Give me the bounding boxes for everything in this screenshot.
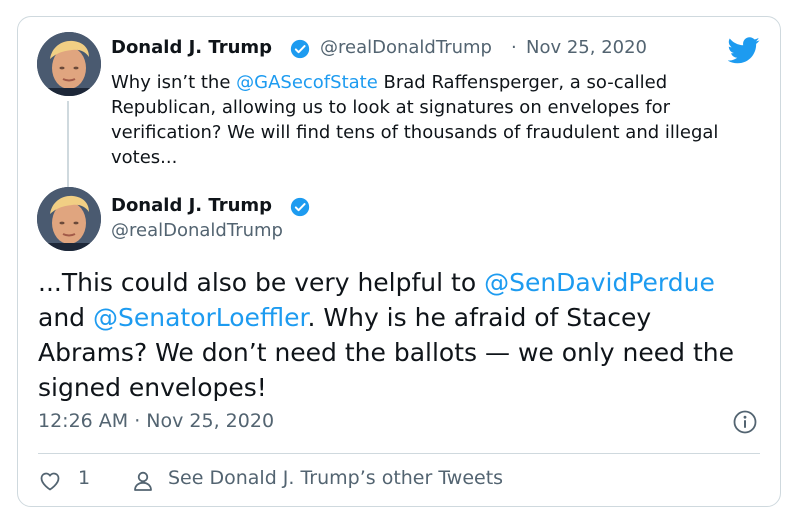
action-divider: [38, 453, 760, 454]
person-icon[interactable]: [131, 469, 155, 493]
author-name[interactable]: Donald J. Trump: [111, 195, 272, 216]
see-other-tweets-link[interactable]: See Donald J. Trump’s other Tweets: [168, 467, 503, 489]
author-handle[interactable]: @realDonaldTrump: [320, 37, 492, 58]
verified-badge-icon: [290, 197, 310, 217]
tweet-text-part: and: [38, 303, 93, 332]
author-handle[interactable]: @realDonaldTrump: [111, 220, 283, 241]
avatar[interactable]: [37, 187, 101, 251]
author-name[interactable]: Donald J. Trump: [111, 37, 272, 58]
tweet-date[interactable]: Nov 25, 2020: [526, 37, 647, 58]
tweet-timestamp[interactable]: 12:26 AM · Nov 25, 2020: [38, 410, 274, 432]
tweet-text: Why isn’t the @GASecofState Brad Raffens…: [111, 70, 771, 170]
tweet-text-part: ...This could also be very helpful to: [38, 268, 485, 297]
avatar-image: [37, 187, 101, 251]
tweet-text-part: Why isn’t the: [111, 72, 237, 93]
twitter-bird-icon[interactable]: [728, 37, 760, 64]
mention-link[interactable]: @SenatorLoeffler: [93, 303, 308, 332]
embedded-tweet-card: Donald J. Trump @realDonaldTrump · Nov 2…: [17, 16, 781, 507]
verified-badge-icon: [290, 39, 310, 59]
thread-connector-line: [67, 101, 69, 199]
avatar-image: [37, 32, 101, 96]
mention-link[interactable]: @SenDavidPerdue: [484, 268, 715, 297]
tweet-text-large: ...This could also be very helpful to @S…: [38, 265, 758, 405]
like-count[interactable]: 1: [78, 467, 90, 489]
avatar[interactable]: [37, 32, 101, 96]
mention-link[interactable]: @GASecofState: [236, 72, 378, 93]
info-icon[interactable]: [733, 410, 757, 434]
heart-icon[interactable]: [38, 469, 62, 493]
meta-separator: ·: [511, 37, 517, 58]
